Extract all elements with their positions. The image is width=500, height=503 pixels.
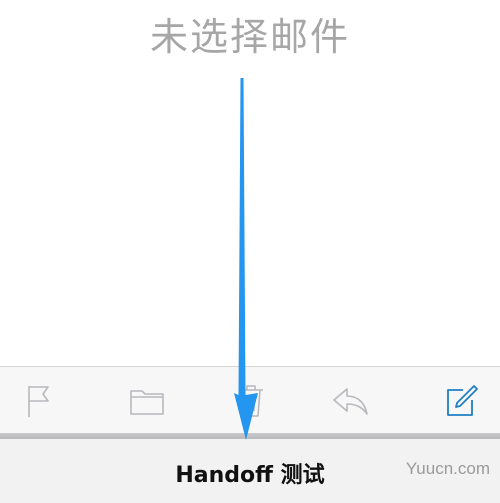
- compose-button[interactable]: [441, 381, 481, 421]
- flag-button[interactable]: [18, 381, 58, 421]
- mail-toolbar: [0, 366, 500, 434]
- flag-icon: [28, 386, 49, 417]
- no-message-selected-text: 未选择邮件: [149, 15, 350, 59]
- message-content-area: 未选择邮件: [0, 0, 500, 366]
- reply-button[interactable]: [330, 381, 370, 421]
- folder-icon: [130, 390, 164, 415]
- reply-icon: [333, 388, 368, 415]
- site-watermark: Yuucn.com: [405, 459, 490, 478]
- trash-icon: [239, 385, 263, 417]
- compose-icon: [447, 385, 478, 416]
- trash-button[interactable]: [231, 381, 271, 421]
- move-to-folder-button[interactable]: [127, 381, 167, 421]
- handoff-banner[interactable]: Handoff 测试 Yuucn.com: [0, 439, 500, 503]
